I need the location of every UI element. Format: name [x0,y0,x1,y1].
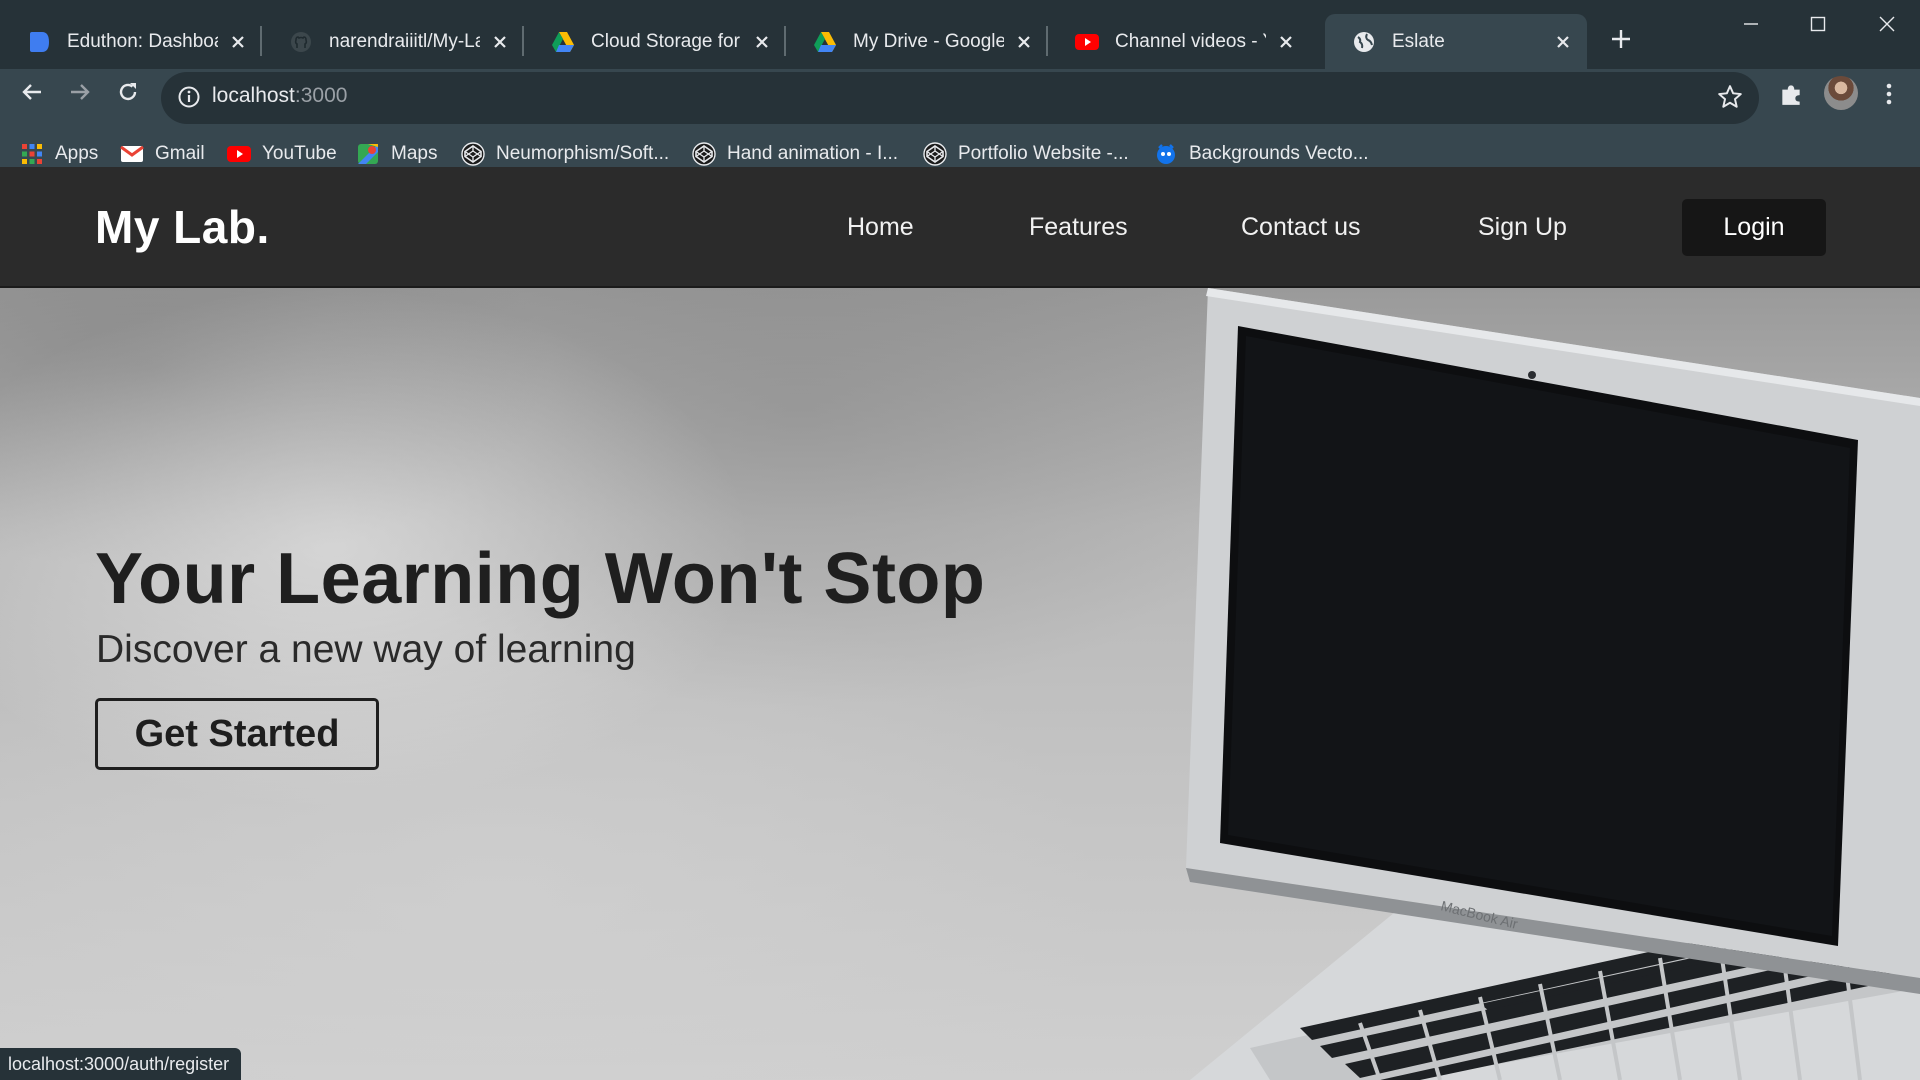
tab-title: narendraiiitl/My-Lab [329,30,480,52]
codepen-icon [461,142,485,166]
bookmark-label: Hand animation - I... [727,143,899,164]
bookmark-portfolio-website[interactable]: Portfolio Website -... [923,138,1129,170]
laptop-image: MacBook Air [1186,288,1920,1080]
hero-subtitle: Discover a new way of learning [96,628,636,671]
tab-title: My Drive - Google D [853,30,1004,52]
page-viewport: My Lab. Home Features Contact us Sign Up… [0,167,1920,1080]
bookmark-label: Maps [391,143,438,164]
bookmark-gmail[interactable]: Gmail [120,138,205,170]
star-icon[interactable] [1717,84,1745,112]
eduthon-icon [27,30,51,54]
bookmark-label: YouTube [262,143,337,164]
info-icon[interactable] [177,85,203,111]
globe-icon [1352,30,1376,54]
hero-title: Your Learning Won't Stop [95,539,986,619]
github-icon [289,30,313,54]
codepen-icon [692,142,716,166]
maximize-button[interactable] [1789,6,1847,42]
close-icon[interactable] [1551,30,1575,54]
avatar[interactable] [1824,76,1858,110]
tab-channel-videos[interactable]: Channel videos - You [1048,14,1310,69]
minimize-button[interactable] [1722,6,1780,42]
close-icon[interactable] [750,30,774,54]
tab-cloud-storage[interactable]: Cloud Storage for W [524,14,786,69]
back-button[interactable] [12,72,52,112]
puzzle-icon[interactable] [1778,81,1806,109]
maps-icon [356,142,380,166]
nav-features[interactable]: Features [1029,213,1128,242]
google-drive-icon [813,30,837,54]
close-icon[interactable] [1012,30,1036,54]
freepik-icon [1154,142,1178,166]
bookmark-youtube[interactable]: YouTube [227,138,337,170]
tab-eduthon-dashboard[interactable]: Eduthon: Dashboard [0,14,262,69]
address-bar[interactable]: localhost:3000 [161,72,1759,124]
get-started-button[interactable]: Get Started [95,698,379,770]
bookmark-label: Backgrounds Vecto... [1189,143,1369,164]
youtube-icon [1075,30,1099,54]
site-logo[interactable]: My Lab. [95,200,270,254]
gmail-icon [120,142,144,166]
reload-button[interactable] [108,72,148,112]
tab-title: Channel videos - You [1115,30,1266,52]
tab-title: Cloud Storage for W [591,30,742,52]
bookmark-hand-animation[interactable]: Hand animation - I... [692,138,898,170]
close-icon[interactable] [226,30,250,54]
bookmark-neumorphism[interactable]: Neumorphism/Soft... [461,138,669,170]
bookmark-label: Neumorphism/Soft... [496,143,670,164]
nav-contact-us[interactable]: Contact us [1241,213,1361,242]
forward-button[interactable] [60,72,100,112]
tab-title: Eduthon: Dashboard [67,30,218,52]
nav-sign-up[interactable]: Sign Up [1478,213,1567,242]
bookmark-label: Portfolio Website -... [958,143,1129,164]
youtube-icon [227,142,251,166]
bookmark-maps[interactable]: Maps [356,138,437,170]
hero-section: MacBook Air Your Learning Won't Stop Dis… [0,288,1920,1080]
apps-grid-icon [20,142,44,166]
tab-title: Eslate [1392,30,1445,52]
close-icon[interactable] [488,30,512,54]
bookmark-apps[interactable]: Apps [20,138,98,170]
new-tab-button[interactable] [1604,22,1638,56]
browser-toolbar: localhost:3000 Apps Gmail YouTube Maps N… [0,69,1920,183]
login-button[interactable]: Login [1682,199,1826,256]
status-bar-url: localhost:3000/auth/register [0,1048,242,1080]
site-header: My Lab. Home Features Contact us Sign Up… [0,167,1920,288]
tab-github-my-lab[interactable]: narendraiiitl/My-Lab [262,14,524,69]
address-url: localhost:3000 [212,84,348,107]
bookmark-label: Apps [55,143,99,164]
bookmark-label: Gmail [155,143,205,164]
tab-eslate[interactable]: Eslate [1325,14,1587,69]
nav-home[interactable]: Home [847,213,914,242]
kebab-menu-icon[interactable] [1874,79,1904,109]
codepen-icon [923,142,947,166]
bookmark-backgrounds-vector[interactable]: Backgrounds Vecto... [1154,138,1369,170]
close-icon[interactable] [1274,30,1298,54]
tab-my-drive[interactable]: My Drive - Google D [786,14,1048,69]
google-drive-icon [551,30,575,54]
tab-strip: Eduthon: Dashboard narendraiiitl/My-Lab … [0,0,1920,69]
close-window-button[interactable] [1858,6,1916,42]
